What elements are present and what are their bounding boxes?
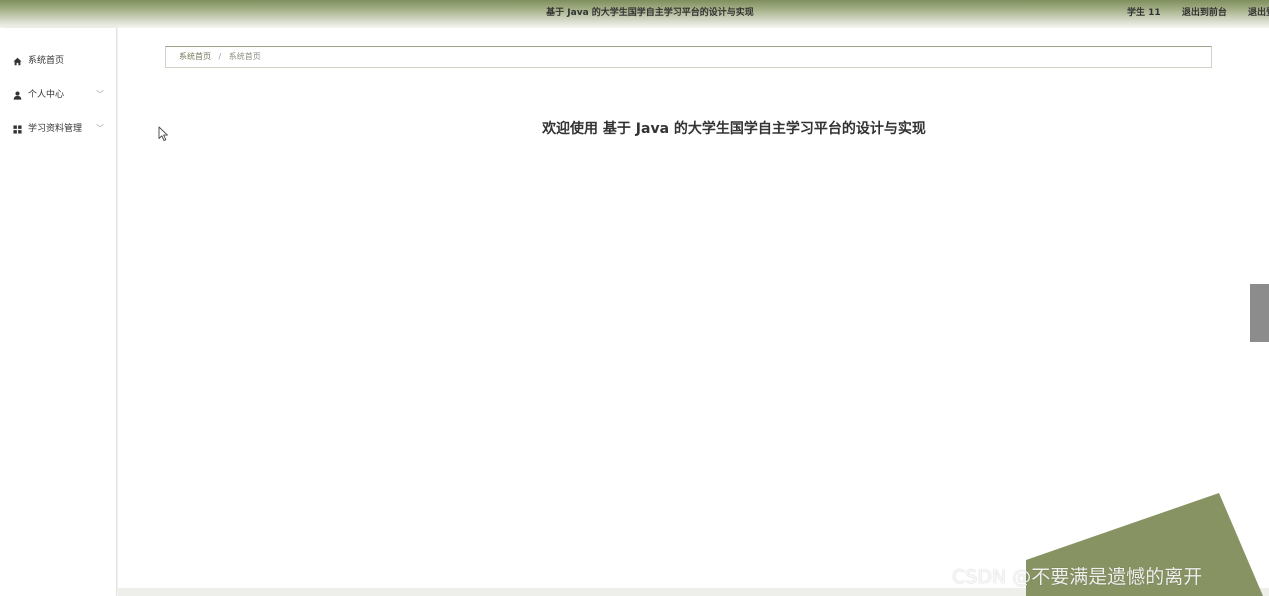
- mouse-cursor-icon: [158, 126, 168, 141]
- sidebar-item-label: 系统首页: [28, 56, 65, 66]
- back-to-front-link[interactable]: 退出到前台: [1182, 8, 1227, 18]
- sidebar-item-personal-center[interactable]: 个人中心 ﹀: [0, 80, 117, 110]
- grid-icon: [11, 114, 23, 144]
- sidebar: 系统首页 个人中心 ﹀ 学习资料管理 ﹀: [0, 28, 117, 596]
- sidebar-item-study-materials[interactable]: 学习资料管理 ﹀: [0, 114, 117, 144]
- user-icon: [11, 80, 23, 110]
- sidebar-item-label: 个人中心: [28, 90, 65, 100]
- current-user-label[interactable]: 学生 11: [1127, 8, 1161, 18]
- header-title: 基于 Java 的大学生国学自主学习平台的设计与实现: [546, 8, 754, 18]
- header-user-actions: 学生 11 退出到前台 退出登录: [1127, 0, 1269, 26]
- csdn-watermark: CSDN @不要满是遗憾的离开: [952, 566, 1203, 588]
- scroll-handle[interactable]: [1250, 284, 1269, 342]
- page: 基于 Java 的大学生国学自主学习平台的设计与实现 学生 11 退出到前台 退…: [0, 0, 1269, 596]
- welcome-heading: 欢迎使用 基于 Java 的大学生国学自主学习平台的设计与实现: [542, 121, 926, 137]
- breadcrumb-current: 系统首页: [228, 52, 261, 61]
- top-header: 基于 Java 的大学生国学自主学习平台的设计与实现 学生 11 退出到前台 退…: [0, 0, 1269, 28]
- chevron-down-icon: ﹀: [96, 124, 104, 133]
- chevron-down-icon: ﹀: [96, 90, 104, 99]
- logout-link[interactable]: 退出登录: [1248, 8, 1269, 18]
- sidebar-item-label: 学习资料管理: [28, 124, 83, 134]
- sidebar-item-home[interactable]: 系统首页: [0, 46, 117, 76]
- breadcrumb: 系统首页 / 系统首页: [165, 46, 1212, 68]
- breadcrumb-home-link[interactable]: 系统首页: [179, 52, 211, 61]
- home-icon: [11, 46, 23, 76]
- breadcrumb-separator: /: [218, 52, 222, 61]
